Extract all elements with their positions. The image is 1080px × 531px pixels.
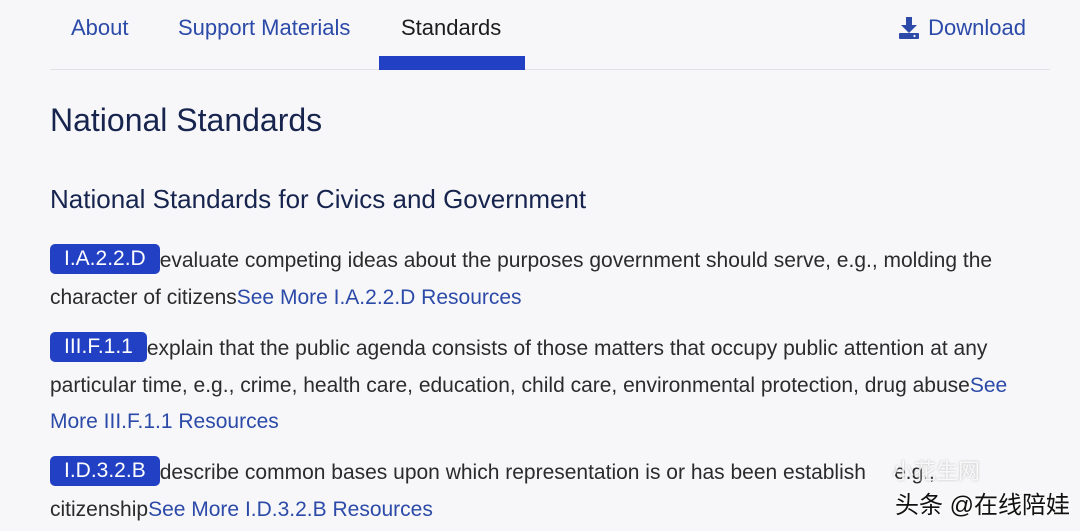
page-title: National Standards — [50, 102, 323, 138]
see-more-link[interactable]: See More I.A.2.2.D Resources — [237, 286, 522, 309]
standard-code-badge: I.D.3.2.B — [50, 456, 160, 486]
see-more-link[interactable]: See More I.D.3.2.B Resources — [148, 498, 433, 521]
watermark: 头条 @在线陪娃 — [894, 492, 1070, 519]
tab-bar: About Support Materials Standards Downlo… — [50, 0, 1050, 70]
standard-code-badge: III.F.1.1 — [50, 332, 147, 362]
standard-description-end: citizenship — [50, 497, 149, 521]
download-button[interactable]: Download — [898, 14, 1026, 42]
watermark-faint: 小花生网 — [892, 459, 981, 484]
tab-support-materials[interactable]: Support Materials — [178, 14, 350, 42]
standard-code-badge: I.A.2.2.D — [50, 244, 160, 274]
download-label: Download — [928, 15, 1026, 40]
page: About Support Materials Standards Downlo… — [0, 0, 1080, 531]
active-tab-indicator — [379, 56, 525, 70]
tab-about[interactable]: About — [71, 14, 129, 42]
download-icon — [898, 16, 920, 40]
standard-description: describe common bases upon which represe… — [159, 461, 866, 484]
section-title: National Standards for Civics and Govern… — [50, 184, 587, 214]
standard-item: III.F.1.1 explain that the public agenda … — [50, 331, 1050, 441]
standard-item: I.A.2.2.D evaluate competing ideas about … — [50, 243, 1050, 316]
standard-description: explain that the public agenda consists … — [50, 337, 988, 397]
tab-standards[interactable]: Standards — [401, 14, 501, 42]
